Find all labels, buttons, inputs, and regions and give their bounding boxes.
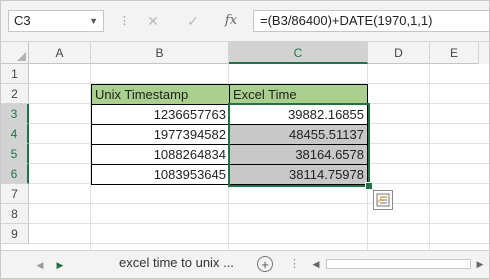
cell-c3[interactable]: 39882.16855 — [229, 104, 368, 125]
row-header-3[interactable]: 3 — [1, 104, 29, 124]
formula-bar-grip-icon: ⋮ — [119, 15, 131, 27]
row-header-2[interactable]: 2 — [1, 84, 29, 104]
name-box-value: C3 — [14, 13, 31, 28]
chevron-down-icon[interactable]: ▼ — [89, 11, 98, 31]
formula-bar: C3 ▼ ⋮ ✕ ✓ fx =(B3/86400)+DATE(1970,1,1) — [1, 1, 489, 42]
select-all-button[interactable] — [1, 42, 29, 64]
gridline — [429, 64, 430, 250]
cell-c5[interactable]: 38164.6578 — [229, 144, 368, 165]
row-header-5[interactable]: 5 — [1, 144, 29, 164]
quick-analysis-button[interactable] — [373, 190, 393, 210]
sheet-tab-overflow[interactable]: ... — [223, 255, 234, 270]
gridline — [29, 243, 489, 244]
row-header-6[interactable]: 6 — [1, 164, 29, 184]
sheet-tab-bar: ◀ ▶ excel time to unix ... + ⋮ ◀ ▶ — [1, 250, 489, 278]
new-sheet-button[interactable]: + — [257, 256, 273, 272]
tab-split-grip-icon[interactable]: ⋮ — [289, 257, 300, 270]
name-box[interactable]: C3 ▼ — [8, 10, 104, 32]
cell-c2-header[interactable]: Excel Time — [229, 84, 368, 105]
insert-function-icon[interactable]: fx — [219, 10, 243, 32]
worksheet-grid: A B C D E 1 2 3 4 5 6 7 8 9 Unix Timesta… — [1, 42, 489, 250]
column-header-d[interactable]: D — [368, 42, 430, 64]
gridline — [29, 203, 489, 204]
cell-b5[interactable]: 1088264834 — [91, 144, 230, 165]
column-header-a[interactable]: A — [29, 42, 91, 64]
excel-window: C3 ▼ ⋮ ✕ ✓ fx =(B3/86400)+DATE(1970,1,1)… — [0, 0, 490, 279]
row-header-4[interactable]: 4 — [1, 124, 29, 144]
row-header-9[interactable]: 9 — [1, 224, 29, 244]
row-header-8[interactable]: 8 — [1, 204, 29, 224]
cell-b6[interactable]: 1083953645 — [91, 164, 230, 185]
cell-b3[interactable]: 1236657763 — [91, 104, 230, 125]
cell-b4[interactable]: 1977394582 — [91, 124, 230, 145]
row-header-1[interactable]: 1 — [1, 64, 29, 84]
gridline — [29, 223, 489, 224]
fill-handle[interactable] — [365, 182, 373, 190]
vertical-scrollbar-stub[interactable] — [479, 42, 489, 64]
row-header-7[interactable]: 7 — [1, 184, 29, 204]
scroll-right-arrow-icon[interactable]: ▶ — [473, 255, 487, 273]
triangle-left-icon[interactable]: ◀ — [31, 251, 49, 278]
column-header-c[interactable]: C — [229, 42, 368, 64]
cancel-icon[interactable]: ✕ — [141, 10, 165, 32]
formula-input[interactable]: =(B3/86400)+DATE(1970,1,1) — [253, 10, 489, 32]
quick-analysis-icon — [376, 193, 390, 207]
enter-icon[interactable]: ✓ — [181, 10, 205, 32]
cell-c6[interactable]: 38114.75978 — [229, 164, 368, 185]
cell-c4[interactable]: 48455.51137 — [229, 124, 368, 145]
sheet-tab-label: excel time to unix — [119, 255, 220, 270]
column-header-b[interactable]: B — [91, 42, 229, 64]
horizontal-scrollbar[interactable] — [326, 259, 471, 269]
column-header-e[interactable]: E — [430, 42, 479, 64]
triangle-right-icon[interactable]: ▶ — [51, 251, 69, 278]
cell-b2-header[interactable]: Unix Timestamp — [91, 84, 230, 105]
sheet-tab-active[interactable]: excel time to unix ... — [111, 251, 242, 277]
scroll-left-arrow-icon[interactable]: ◀ — [309, 255, 323, 273]
